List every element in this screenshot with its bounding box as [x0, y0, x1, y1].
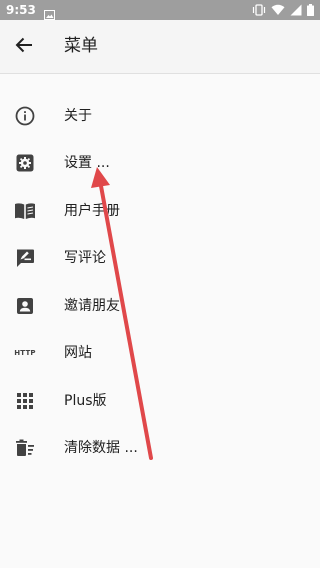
menu-item-settings[interactable]: 设置 ... — [0, 140, 320, 188]
book-icon — [14, 200, 36, 222]
status-icons — [252, 1, 314, 20]
back-button[interactable] — [8, 31, 40, 63]
menu-item-label: Plus版 — [64, 392, 107, 409]
contact-card-icon — [14, 295, 36, 317]
menu-item-label: 设置 ... — [64, 155, 110, 172]
menu-item-invite-friends[interactable]: 邀请朋友 — [0, 282, 320, 330]
http-icon: HTTP — [14, 342, 36, 364]
page-title: 菜单 — [64, 36, 98, 56]
toolbar: 菜单 — [0, 20, 320, 74]
menu-item-label: 网站 — [64, 345, 92, 362]
signal-icon — [290, 1, 302, 20]
vibrate-icon — [252, 1, 266, 20]
battery-icon — [307, 1, 314, 20]
status-bar: 9:53 — [0, 0, 320, 20]
menu-item-label: 用户手册 — [64, 202, 120, 219]
menu-item-about[interactable]: 关于 — [0, 92, 320, 140]
info-icon — [14, 105, 36, 127]
menu-item-clear-data[interactable]: 清除数据 ... — [0, 425, 320, 473]
menu-item-user-manual[interactable]: 用户手册 — [0, 187, 320, 235]
wifi-icon — [271, 1, 285, 20]
rate-review-icon — [14, 247, 36, 269]
menu-item-label: 关于 — [64, 107, 92, 124]
apps-grid-icon — [14, 390, 36, 412]
http-icon-text: HTTP — [14, 349, 36, 358]
menu-item-label: 写评论 — [64, 250, 106, 267]
menu-item-plus[interactable]: Plus版 — [0, 377, 320, 425]
status-time: 9:53 — [6, 3, 36, 17]
screen: 9:53 菜单 关于 设置 ... 用户手册 写评论 邀请朋友 HTTP 网站 … — [0, 0, 320, 568]
menu-item-website[interactable]: HTTP 网站 — [0, 330, 320, 378]
menu-item-label: 清除数据 ... — [64, 440, 138, 457]
menu-list: 关于 设置 ... 用户手册 写评论 邀请朋友 HTTP 网站 Plus版 清除… — [0, 92, 320, 472]
delete-sweep-icon — [14, 437, 36, 459]
settings-icon — [14, 152, 36, 174]
arrow-back-icon — [15, 36, 33, 58]
menu-item-label: 邀请朋友 — [64, 297, 120, 314]
menu-item-write-review[interactable]: 写评论 — [0, 235, 320, 283]
image-icon — [43, 5, 55, 20]
